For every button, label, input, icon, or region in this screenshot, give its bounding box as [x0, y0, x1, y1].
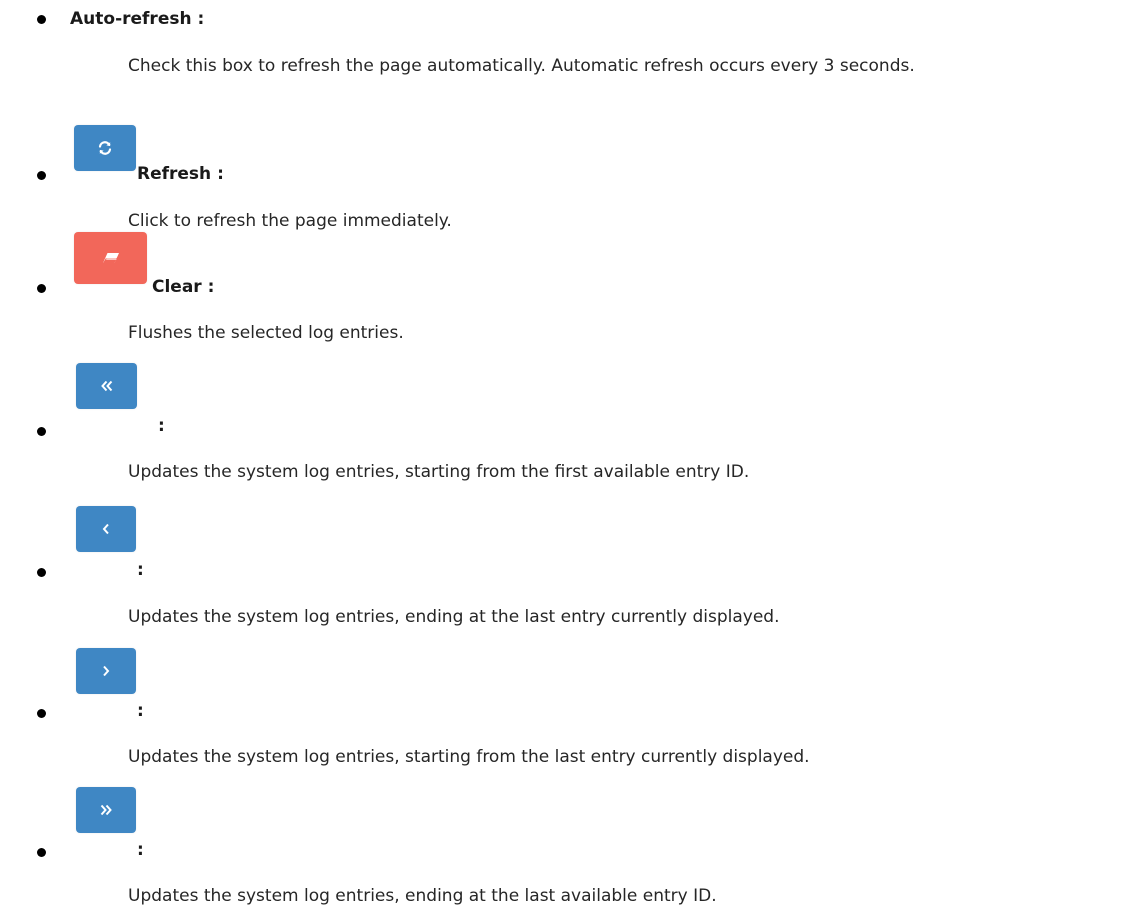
refresh-icon: [97, 140, 113, 156]
item-title: Refresh :: [137, 164, 224, 184]
bullet: [37, 427, 46, 436]
item-description: Flushes the selected log entries.: [128, 323, 404, 343]
item-description: Click to refresh the page immediately.: [128, 211, 452, 231]
item-description: Updates the system log entries, starting…: [128, 462, 750, 482]
item-title: :: [137, 701, 144, 721]
double-chevron-left-icon: [100, 380, 114, 392]
item-title: Clear :: [152, 277, 215, 297]
item-description: Updates the system log entries, ending a…: [128, 607, 780, 627]
bullet: [37, 171, 46, 180]
item-description: Check this box to refresh the page autom…: [128, 56, 915, 76]
double-chevron-right-icon: [99, 804, 113, 816]
bullet: [37, 568, 46, 577]
bullet: [37, 709, 46, 718]
clear-button[interactable]: [74, 232, 147, 284]
item-title: :: [137, 840, 144, 860]
bullet: [37, 848, 46, 857]
next-button[interactable]: [76, 648, 136, 694]
bullet: [37, 15, 46, 24]
first-button[interactable]: [76, 363, 137, 409]
bullet: [37, 284, 46, 293]
chevron-left-icon: [101, 523, 111, 535]
chevron-right-icon: [101, 665, 111, 677]
item-description: Updates the system log entries, starting…: [128, 747, 810, 767]
last-button[interactable]: [76, 787, 136, 833]
refresh-button[interactable]: [74, 125, 136, 171]
item-description: Updates the system log entries, ending a…: [128, 886, 717, 906]
item-title: :: [137, 560, 144, 580]
previous-button[interactable]: [76, 506, 136, 552]
item-title: Auto-refresh :: [70, 9, 205, 29]
eraser-icon: [101, 250, 121, 266]
item-title: :: [158, 416, 165, 436]
